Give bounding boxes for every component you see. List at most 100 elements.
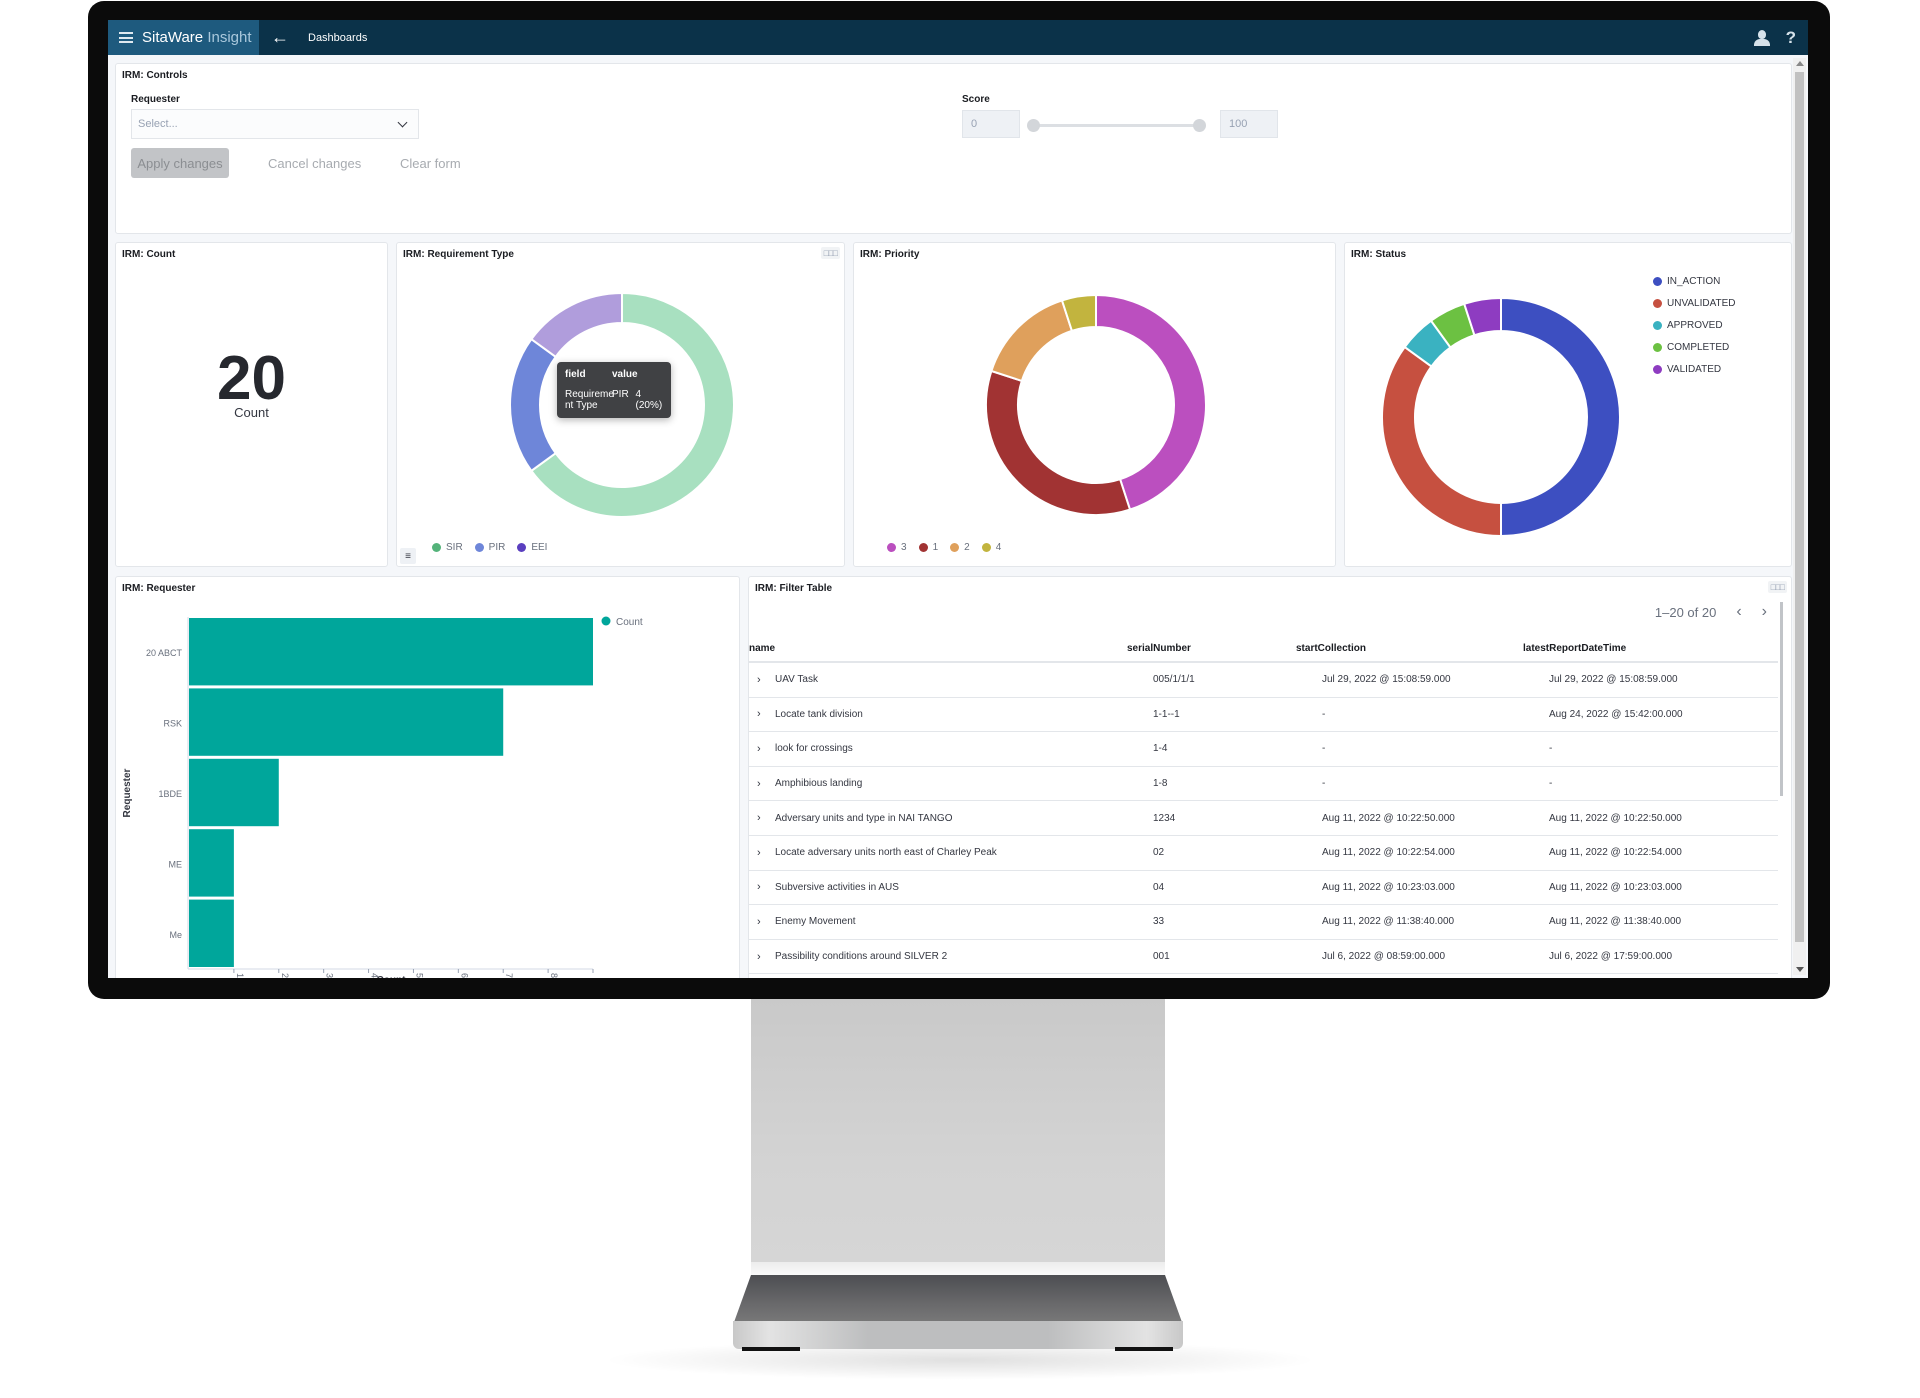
cell-start-collection: Jul 29, 2022 @ 15:08:59.000 xyxy=(1322,674,1451,686)
requester-bar-chart: 20 ABCTRSK1BDEMEMe12345678CountRequester… xyxy=(122,616,643,978)
tooltip-field: Requireme nt Type xyxy=(565,389,614,411)
requester-placeholder: Select... xyxy=(138,118,178,130)
scrollbar-thumb[interactable] xyxy=(1795,72,1804,942)
table-row[interactable]: › Subversive activities in AUS 04 Aug 11, 2… xyxy=(749,871,1778,906)
legend-swatch xyxy=(918,543,928,552)
legend-item[interactable]: EEI xyxy=(517,542,547,553)
x-tick-label: 7 xyxy=(504,973,514,978)
cell-latest-report: Aug 11, 2022 @ 11:38:40.000 xyxy=(1549,916,1682,928)
column-header-serial-number[interactable]: serialNumber xyxy=(1127,643,1296,654)
bar-1bde[interactable] xyxy=(189,758,279,827)
hamburger-icon[interactable] xyxy=(119,32,133,43)
legend-swatch xyxy=(474,543,484,552)
legend-label: COMPLETED xyxy=(1667,341,1730,353)
expand-row-icon[interactable]: › xyxy=(749,674,775,686)
table-scrollbar[interactable] xyxy=(1780,602,1783,796)
score-max-input[interactable]: 100 xyxy=(1220,110,1278,138)
bar-rsk[interactable] xyxy=(189,688,504,756)
monitor-stand xyxy=(751,998,1165,1270)
arrow-left-icon[interactable]: ← xyxy=(271,27,291,48)
donut-slice-eei[interactable] xyxy=(529,291,623,359)
cell-name: Enemy Movement xyxy=(775,916,856,928)
legend-item[interactable]: 4 xyxy=(981,542,1001,553)
priority-donut xyxy=(985,293,1207,516)
expand-row-icon[interactable]: › xyxy=(749,951,775,963)
chevron-right-icon[interactable]: › xyxy=(1762,603,1767,621)
table-row[interactable]: › UAV Task 005/1/1/1 Jul 29, 2022 @ 15:08:5… xyxy=(749,663,1778,698)
legend-item[interactable]: VALIDATED xyxy=(1653,358,1736,380)
table-row[interactable]: › Amphibious landing 1-8 - - xyxy=(749,767,1778,802)
legend-swatch xyxy=(1653,320,1662,330)
filter-table: name serialNumber startCollection latest… xyxy=(749,635,1778,975)
column-header-latest-report[interactable]: latestReportDateTime xyxy=(1523,643,1752,654)
bar-me[interactable] xyxy=(189,829,234,897)
column-header-start-collection[interactable]: startCollection xyxy=(1296,643,1523,654)
clear-form-button[interactable]: Clear form xyxy=(400,148,461,178)
requester-label: Requester xyxy=(131,94,180,105)
cell-name: Locate tank division xyxy=(775,708,863,720)
legend-item[interactable]: PIR xyxy=(474,542,505,553)
brand-area: SitaWare Insight xyxy=(108,20,259,55)
bar-20-abct[interactable] xyxy=(189,618,593,686)
donut-slice-2[interactable] xyxy=(990,299,1074,383)
bar-me[interactable] xyxy=(189,899,234,967)
donut-slice-pir[interactable] xyxy=(509,337,558,473)
expand-row-icon[interactable]: › xyxy=(749,743,775,755)
table-row[interactable]: › Passibility conditions around SILVER 2 0… xyxy=(749,940,1778,975)
donut-slice-3[interactable] xyxy=(1095,293,1207,511)
table-row[interactable]: › look for crossings 1-4 - - xyxy=(749,732,1778,767)
requirement-type-panel: IRM: Requirement Type □□□ SIR PIR EEI ≡ fi… xyxy=(396,242,845,567)
page-scrollbar[interactable] xyxy=(1793,58,1806,975)
legend-item[interactable]: IN_ACTION xyxy=(1653,270,1736,292)
panel-options-icon[interactable]: □□□ xyxy=(1767,581,1787,593)
legend-toggle-icon[interactable]: ≡ xyxy=(400,548,416,564)
y-tick-label: 1BDE xyxy=(158,789,182,799)
donut-slice-1[interactable] xyxy=(985,369,1132,516)
status-panel: IRM: Status IN_ACTION UNVALIDATED APPROVED… xyxy=(1344,242,1792,567)
expand-row-icon[interactable]: › xyxy=(749,881,775,893)
brand-main: SitaWare xyxy=(142,29,204,46)
expand-row-icon[interactable]: › xyxy=(749,916,775,928)
scroll-up-icon[interactable] xyxy=(1796,61,1804,66)
user-icon[interactable] xyxy=(1753,29,1770,46)
legend-item[interactable]: 2 xyxy=(950,542,970,553)
score-slider-min-handle[interactable] xyxy=(1027,119,1040,132)
scroll-down-icon[interactable] xyxy=(1796,967,1804,972)
table-row[interactable]: › Locate tank division 1-1--1 - Aug 24, 2022… xyxy=(749,698,1778,733)
table-row[interactable]: › Enemy Movement 33 Aug 11, 2022 @ 11:38:40… xyxy=(749,905,1778,940)
expand-row-icon[interactable]: › xyxy=(749,812,775,824)
breadcrumb-dashboards[interactable]: Dashboards xyxy=(308,32,367,44)
legend-label[interactable]: Count xyxy=(616,617,643,628)
legend-item[interactable]: SIR xyxy=(432,542,463,553)
x-tick-label: 1 xyxy=(235,973,245,978)
table-row[interactable]: › Adversary units and type in NAI TANGO 12… xyxy=(749,801,1778,836)
count-value: 20 xyxy=(217,344,286,413)
tooltip-value: 4 (20%) xyxy=(635,389,663,411)
screen: SitaWare Insight ← Dashboards ? IRM: Con… xyxy=(108,20,1808,978)
legend-item[interactable]: APPROVED xyxy=(1653,314,1736,336)
score-slider-track[interactable] xyxy=(1033,124,1199,127)
expand-row-icon[interactable]: › xyxy=(749,847,775,859)
y-tick-label: 20 ABCT xyxy=(146,648,183,658)
donut-slice-in-action[interactable] xyxy=(1500,296,1621,538)
cancel-changes-button[interactable]: Cancel changes xyxy=(268,148,361,178)
legend-item[interactable]: 1 xyxy=(918,542,938,553)
score-min-input[interactable]: 0 xyxy=(962,110,1020,138)
apply-changes-button[interactable]: Apply changes xyxy=(131,148,229,178)
donut-slice-unvalidated[interactable] xyxy=(1381,345,1502,538)
chevron-left-icon[interactable]: ‹ xyxy=(1736,603,1741,621)
column-header-name[interactable]: name xyxy=(749,643,1127,654)
table-row[interactable]: › Locate adversary units north east of Ch… xyxy=(749,836,1778,871)
expand-row-icon[interactable]: › xyxy=(749,778,775,790)
expand-row-icon[interactable]: › xyxy=(749,708,775,720)
y-tick-label: ME xyxy=(169,859,183,869)
score-slider-max-handle[interactable] xyxy=(1193,119,1206,132)
requester-select[interactable]: Select... xyxy=(131,109,419,139)
legend-item[interactable]: 3 xyxy=(887,542,907,553)
help-icon[interactable]: ? xyxy=(1786,28,1796,48)
legend-item[interactable]: COMPLETED xyxy=(1653,336,1736,358)
legend-item[interactable]: UNVALIDATED xyxy=(1653,292,1736,314)
panel-title: IRM: Count xyxy=(122,249,176,260)
legend-label: 2 xyxy=(964,542,970,553)
cell-start-collection: Jul 6, 2022 @ 08:59:00.000 xyxy=(1322,951,1446,963)
